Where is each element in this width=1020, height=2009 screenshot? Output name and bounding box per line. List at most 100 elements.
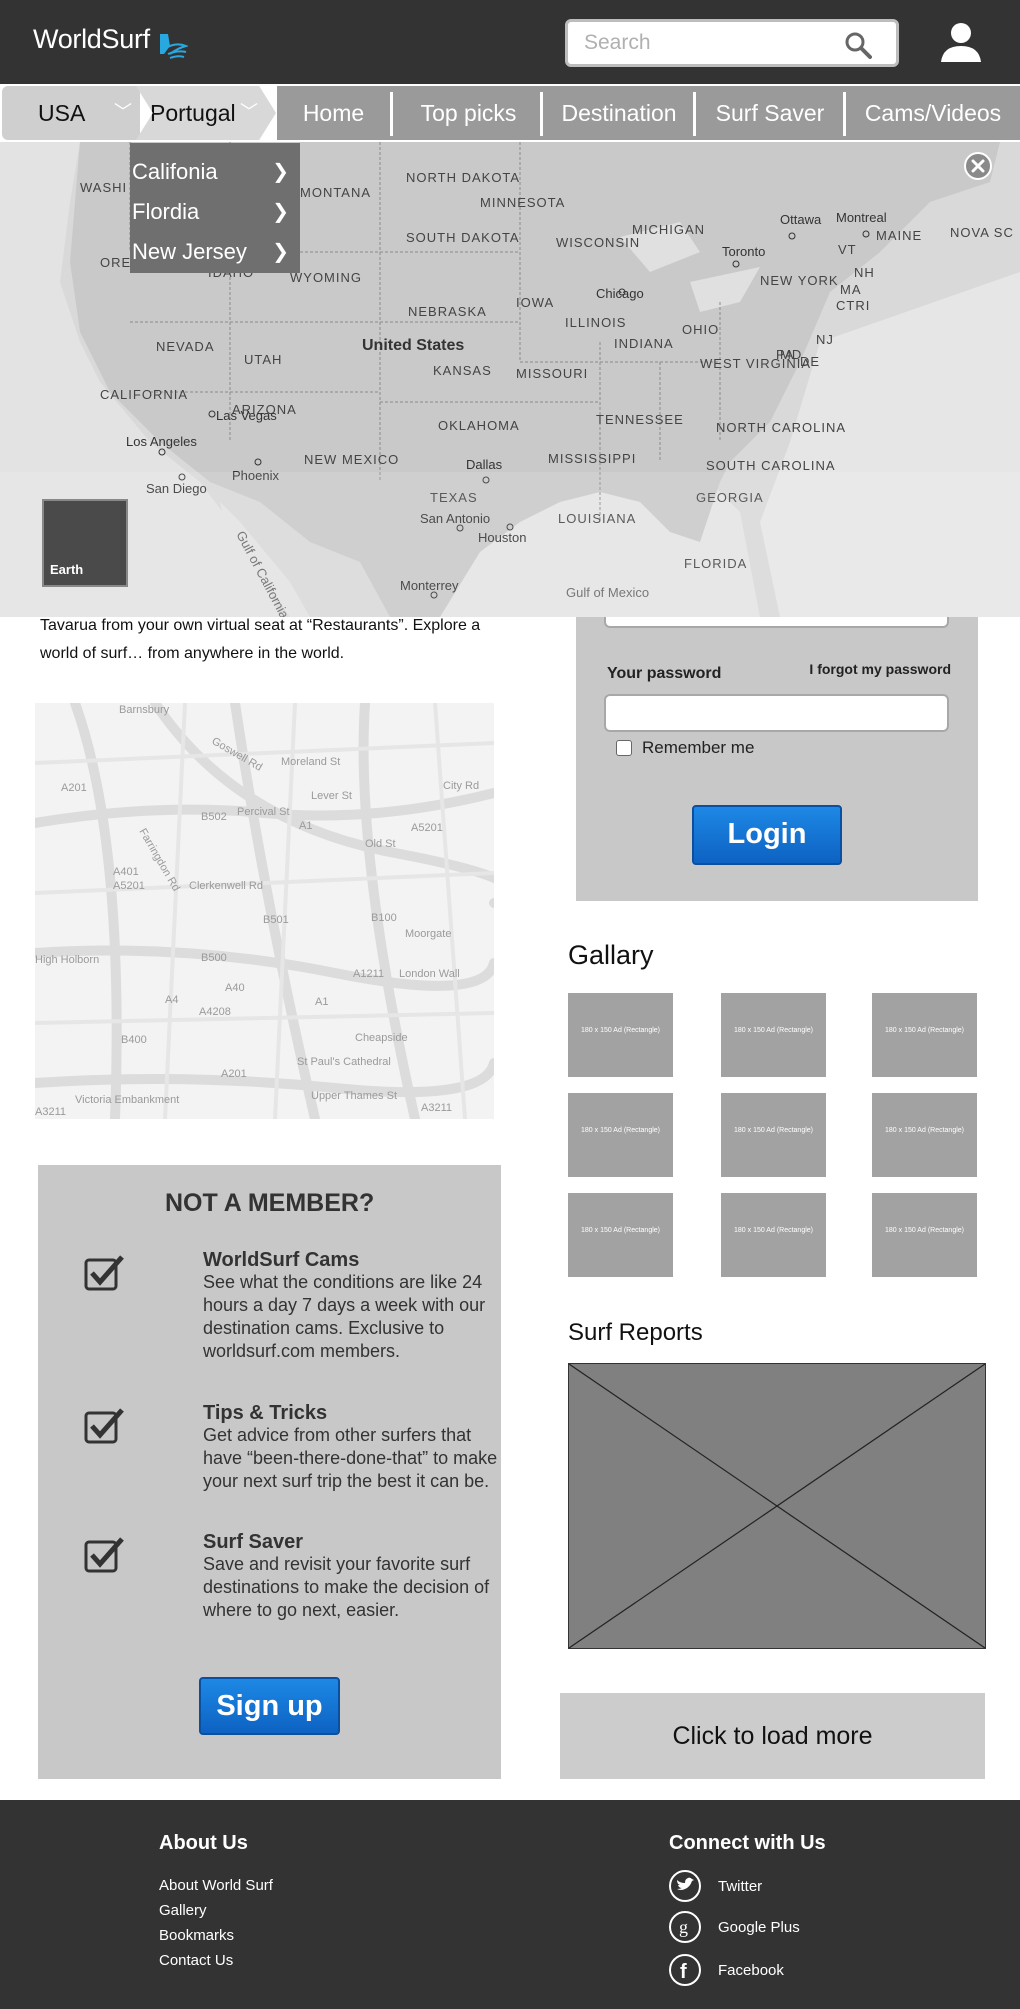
close-icon[interactable]: [964, 152, 992, 180]
map-city: Ottawa: [780, 212, 822, 227]
footer-link-gallery[interactable]: Gallery: [159, 1902, 207, 1919]
street-map-label: Percival St: [237, 806, 290, 818]
street-map-label: B100: [371, 912, 397, 924]
logo[interactable]: WorldSurf: [33, 24, 150, 55]
map-label: VT: [838, 242, 857, 257]
gallery-thumbnail[interactable]: 180 x 150 Ad (Rectangle): [568, 1093, 673, 1177]
footer-link-about[interactable]: About World Surf: [159, 1877, 273, 1894]
street-map-label: A1: [315, 996, 328, 1008]
search-input[interactable]: [584, 30, 834, 56]
street-map-label: London Wall: [399, 968, 460, 980]
logo-surfer-icon: [160, 34, 188, 59]
gallery-thumbnail[interactable]: 180 x 150 Ad (Rectangle): [872, 1193, 977, 1277]
login-panel: Your password I forgot my password Remem…: [576, 617, 978, 901]
remember-me-label: Remember me: [642, 738, 755, 757]
location-portugal-dropdown[interactable]: Portugal ﹀: [136, 86, 276, 140]
username-field[interactable]: [604, 617, 949, 628]
map-label: NORTH DAKOTA: [406, 170, 520, 185]
gallery-thumbnail[interactable]: 180 x 150 Ad (Rectangle): [872, 1093, 977, 1177]
svg-text:f: f: [680, 1961, 687, 1983]
street-map-label: B501: [263, 914, 289, 926]
feature-desc: Get advice from other surfers that have …: [203, 1425, 498, 1491]
street-map-label: Cheapside: [355, 1032, 408, 1044]
member-title: NOT A MEMBER?: [165, 1189, 375, 1217]
dropdown-item-california[interactable]: Califonia ❯: [132, 151, 297, 191]
footer-link-contact[interactable]: Contact Us: [159, 1952, 233, 1969]
map-label: TENNESSEE: [596, 412, 684, 427]
gallery-title: Gallary: [568, 940, 654, 970]
social-label: Twitter: [718, 1878, 763, 1895]
street-map-label: A40: [225, 982, 245, 994]
sign-up-button[interactable]: Sign up: [199, 1677, 340, 1735]
social-link-twitter[interactable]: Twitter: [668, 1869, 868, 1903]
map-label: NOVA SC: [950, 225, 1014, 240]
checkbox-checked-icon: [84, 1408, 124, 1444]
map-label: NJ: [816, 332, 834, 347]
chevron-right-icon: ❯: [272, 161, 289, 183]
map-city: Dallas: [466, 457, 503, 472]
chevron-down-icon: ﹀: [240, 102, 258, 122]
nav-surf-saver[interactable]: Surf Saver: [696, 86, 844, 140]
nav-home[interactable]: Home: [277, 86, 390, 140]
earth-view-toggle[interactable]: Earth: [42, 499, 128, 587]
map-label: NEW YORK: [760, 273, 839, 288]
map-label: KANSAS: [433, 363, 492, 378]
social-link-facebook[interactable]: f Facebook: [668, 1953, 868, 1987]
dropdown-item-label: Flordia: [132, 199, 200, 224]
search-icon[interactable]: [844, 31, 872, 59]
map-label: MD: [780, 347, 802, 362]
street-map-label: A3211: [35, 1106, 66, 1118]
nav-destination[interactable]: Destination: [543, 86, 695, 140]
gallery-thumbnail[interactable]: 180 x 150 Ad (Rectangle): [721, 993, 826, 1077]
street-map-label: A201: [61, 782, 87, 794]
feature-title: Surf Saver: [203, 1531, 304, 1553]
gallery-thumbnail[interactable]: 180 x 150 Ad (Rectangle): [568, 1193, 673, 1277]
gallery-thumbnail[interactable]: 180 x 150 Ad (Rectangle): [721, 1193, 826, 1277]
street-map-label: St Paul's Cathedral: [297, 1056, 391, 1068]
street-map-label: A1211: [353, 968, 384, 980]
map-label: MAINE: [876, 228, 922, 243]
social-link-google-plus[interactable]: g Google Plus: [668, 1910, 868, 1944]
google-plus-icon: g: [669, 1911, 701, 1943]
feature-title: Tips & Tricks: [203, 1402, 328, 1424]
surf-reports-title: Surf Reports: [568, 1319, 703, 1346]
site-header: WorldSurf: [0, 0, 1020, 84]
location-portugal-label: Portugal: [150, 100, 236, 126]
map-label: WYOMING: [290, 270, 362, 285]
map-label: OKLAHOMA: [438, 418, 520, 433]
forgot-password-link[interactable]: I forgot my password: [809, 661, 951, 677]
nav-menu: Home Top picks Destination Surf Saver Ca…: [277, 86, 1020, 140]
gallery-thumbnail[interactable]: 180 x 150 Ad (Rectangle): [872, 993, 977, 1077]
map-label: OHIO: [682, 322, 719, 337]
footer-link-bookmarks[interactable]: Bookmarks: [159, 1927, 234, 1944]
map-label: NEW MEXICO: [304, 452, 399, 467]
gallery-thumbnail[interactable]: 180 x 150 Ad (Rectangle): [568, 993, 673, 1077]
dropdown-item-new-jersey[interactable]: New Jersey ❯: [132, 231, 297, 271]
gallery-thumbnail[interactable]: 180 x 150 Ad (Rectangle): [721, 1093, 826, 1177]
nav-top-picks[interactable]: Top picks: [393, 86, 544, 140]
user-account-icon[interactable]: [939, 20, 983, 64]
surf-report-image-placeholder[interactable]: [568, 1363, 986, 1649]
site-footer: About Us About World Surf Gallery Bookma…: [0, 1800, 1020, 2009]
map-label: ORE: [100, 255, 131, 270]
login-button[interactable]: Login: [692, 805, 842, 865]
street-map-label: A401: [113, 866, 139, 878]
remember-me-checkbox[interactable]: [616, 740, 632, 756]
nav-cams-videos[interactable]: Cams/Videos: [846, 86, 1020, 140]
load-more-button[interactable]: Click to load more: [560, 1693, 985, 1779]
map-label: NORTH CAROLINA: [716, 420, 846, 435]
chevron-right-icon: ❯: [272, 241, 289, 263]
dropdown-item-florida[interactable]: Flordia ❯: [132, 191, 297, 231]
street-map-label: High Holborn: [35, 954, 99, 966]
street-map-label: A4: [165, 994, 178, 1006]
password-field[interactable]: [604, 694, 949, 732]
not-a-member-panel: NOT A MEMBER? WorldSurf Cams See what th…: [38, 1165, 501, 1779]
main-nav: USA ﹀ Portugal ﹀ Home Top picks Destinat…: [0, 84, 1020, 142]
street-map-graphic: Barnsbury A201 B502 Percival St Lever St…: [35, 703, 494, 1119]
location-usa-dropdown[interactable]: USA ﹀: [2, 86, 140, 140]
street-map-label: A1: [299, 820, 312, 832]
map-city: Las Vegas: [216, 408, 277, 423]
social-label: Facebook: [718, 1962, 784, 1979]
twitter-icon: [669, 1870, 701, 1902]
street-map[interactable]: Barnsbury A201 B502 Percival St Lever St…: [35, 703, 494, 1119]
